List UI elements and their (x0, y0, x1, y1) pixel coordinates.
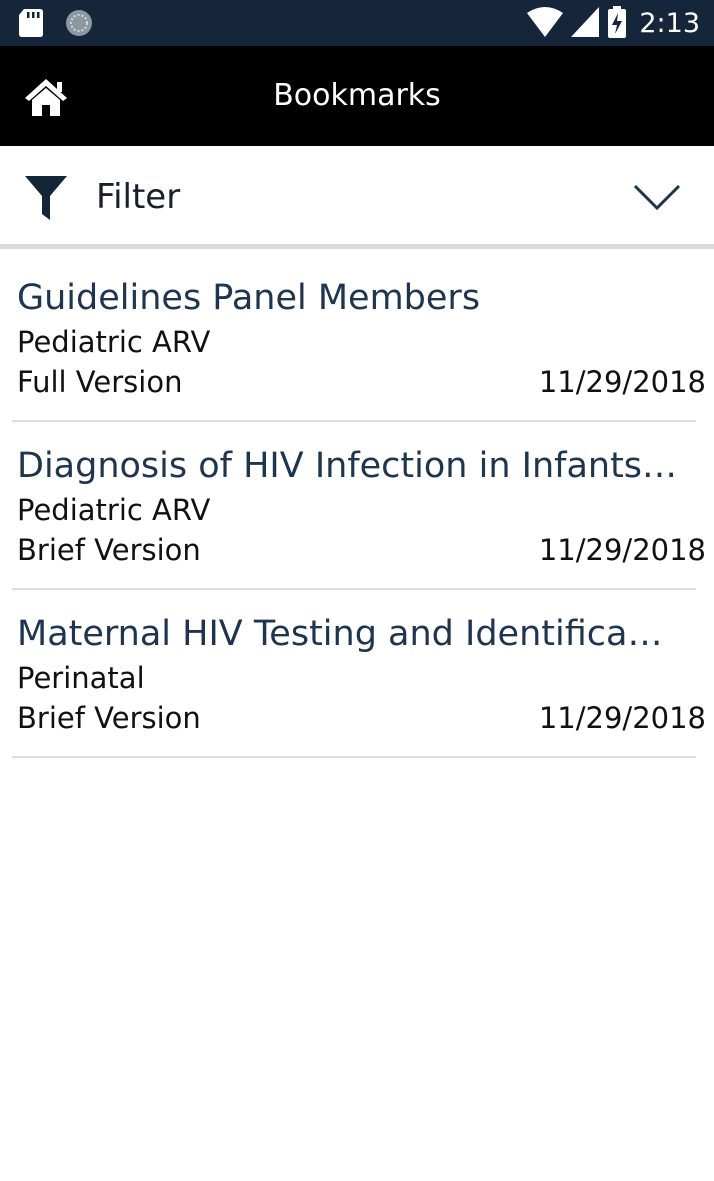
bookmark-version: Brief Version (17, 701, 201, 735)
divider (12, 756, 696, 758)
bookmark-title: Maternal HIV Testing and Identifica… (17, 614, 663, 654)
filter-bar[interactable]: Filter (0, 146, 714, 249)
bookmark-category: Perinatal (17, 661, 145, 695)
bookmark-title: Diagnosis of HIV Infection in Infants… (17, 446, 678, 486)
bookmark-date: 11/29/2018 (538, 701, 706, 735)
bookmark-date: 11/29/2018 (538, 365, 706, 399)
bookmark-title: Guidelines Panel Members (17, 278, 481, 318)
page-title: Bookmarks (273, 78, 441, 113)
bookmark-version: Full Version (17, 365, 183, 399)
filter-label: Filter (96, 177, 181, 217)
app-bar: Bookmarks (0, 46, 714, 146)
bookmark-category: Pediatric ARV (17, 325, 211, 359)
sync-icon (64, 8, 94, 42)
status-left-icons (18, 8, 94, 42)
bookmark-category: Pediatric ARV (17, 493, 211, 527)
bookmark-item[interactable]: Diagnosis of HIV Infection in Infants… P… (0, 422, 714, 590)
bookmark-date: 11/29/2018 (538, 533, 706, 567)
bookmark-item[interactable]: Maternal HIV Testing and Identifica… Per… (0, 590, 714, 758)
battery-charging-icon (607, 6, 627, 42)
sd-card-icon (18, 9, 44, 41)
status-bar: 2:13 (0, 0, 714, 46)
cell-signal-icon (571, 7, 600, 41)
bookmark-list: Guidelines Panel Members Pediatric ARV F… (0, 254, 714, 758)
chevron-down-icon[interactable] (632, 180, 682, 214)
wifi-icon (527, 7, 564, 41)
funnel-icon (24, 174, 68, 222)
status-time: 2:13 (639, 8, 700, 39)
status-right-icons: 2:13 (527, 6, 700, 42)
bookmark-item[interactable]: Guidelines Panel Members Pediatric ARV F… (0, 254, 714, 422)
bookmark-version: Brief Version (17, 533, 201, 567)
